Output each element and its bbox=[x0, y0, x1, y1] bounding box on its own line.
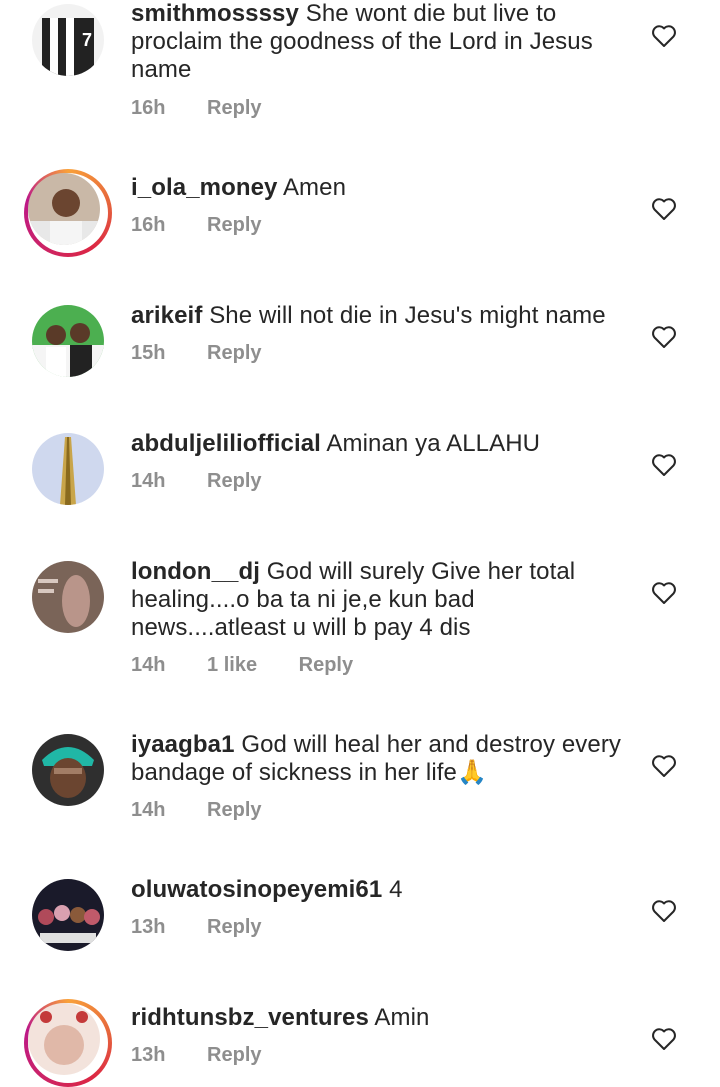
heart-outline-icon[interactable] bbox=[651, 24, 677, 48]
comment-body: She will not die in Jesu's might name bbox=[209, 302, 606, 329]
comment-text: arikeif She will not die in Jesu's might… bbox=[131, 302, 631, 330]
likes-count[interactable]: 1 like bbox=[207, 654, 257, 677]
comment-username[interactable]: iyaagba1 bbox=[131, 731, 235, 758]
comment-meta: 16h Reply bbox=[131, 214, 262, 237]
comment-meta: 13h Reply bbox=[131, 916, 262, 939]
reply-button[interactable]: Reply bbox=[207, 470, 261, 493]
comment-text: ridhtunsbz_ventures Amin bbox=[131, 1004, 631, 1032]
comment-text: iyaagba1 God will heal her and destroy e… bbox=[131, 731, 631, 787]
reply-button[interactable]: Reply bbox=[207, 342, 261, 365]
comment-text: london__dj God will surely Give her tota… bbox=[131, 558, 631, 642]
comment-meta: 14h 1 like Reply bbox=[131, 654, 353, 677]
reply-button[interactable]: Reply bbox=[207, 1044, 261, 1067]
heart-outline-icon[interactable] bbox=[651, 1027, 677, 1051]
avatar[interactable] bbox=[24, 999, 112, 1087]
comment-username[interactable]: arikeif bbox=[131, 302, 202, 329]
comment-time: 14h bbox=[131, 470, 166, 492]
comment-body: Amen bbox=[282, 174, 347, 201]
comment-username[interactable]: london__dj bbox=[131, 558, 260, 585]
comment-meta: 14h Reply bbox=[131, 470, 262, 493]
comment-text: smithmossssy She wont die but live to pr… bbox=[131, 0, 631, 84]
reply-button[interactable]: Reply bbox=[207, 97, 261, 120]
comment-username[interactable]: i_ola_money bbox=[131, 174, 278, 201]
comment-time: 13h bbox=[131, 916, 166, 938]
comment-text: i_ola_money Amen bbox=[131, 174, 631, 202]
reply-button[interactable]: Reply bbox=[207, 916, 261, 939]
comment-text: oluwatosinopeyemi61 4 bbox=[131, 876, 631, 904]
comment-text: abduljeliliofficial Aminan ya ALLAHU bbox=[131, 430, 631, 458]
heart-outline-icon[interactable] bbox=[651, 325, 677, 349]
comment-meta: 14h Reply bbox=[131, 799, 262, 822]
heart-outline-icon[interactable] bbox=[651, 754, 677, 778]
avatar[interactable] bbox=[32, 734, 104, 806]
avatar[interactable] bbox=[32, 305, 104, 377]
comment-time: 15h bbox=[131, 342, 166, 364]
comment-body: Amin bbox=[374, 1004, 430, 1031]
avatar[interactable] bbox=[32, 879, 104, 951]
heart-outline-icon[interactable] bbox=[651, 899, 677, 923]
comment-time: 14h bbox=[131, 799, 166, 821]
comment-body: 4 bbox=[389, 876, 403, 903]
comment-username[interactable]: smithmossssy bbox=[131, 0, 299, 27]
reply-button[interactable]: Reply bbox=[207, 214, 261, 237]
heart-outline-icon[interactable] bbox=[651, 581, 677, 605]
avatar[interactable] bbox=[24, 169, 112, 257]
avatar[interactable] bbox=[32, 561, 104, 633]
comment-username[interactable]: oluwatosinopeyemi61 bbox=[131, 876, 382, 903]
comment-body: Aminan ya ALLAHU bbox=[326, 430, 541, 457]
comment-meta: 15h Reply bbox=[131, 342, 262, 365]
heart-outline-icon[interactable] bbox=[651, 197, 677, 221]
comment-meta: 13h Reply bbox=[131, 1044, 262, 1067]
reply-button[interactable]: Reply bbox=[207, 799, 261, 822]
avatar[interactable] bbox=[32, 433, 104, 505]
comment-time: 13h bbox=[131, 1044, 166, 1066]
reply-button[interactable]: Reply bbox=[299, 654, 353, 677]
svg-text:7: 7 bbox=[82, 30, 92, 50]
heart-outline-icon[interactable] bbox=[651, 453, 677, 477]
comment-meta: 16h Reply bbox=[131, 97, 262, 120]
comment-time: 16h bbox=[131, 214, 166, 236]
comment-username[interactable]: abduljeliliofficial bbox=[131, 430, 321, 457]
comment-time: 14h bbox=[131, 654, 166, 676]
comment-time: 16h bbox=[131, 97, 166, 119]
comment-username[interactable]: ridhtunsbz_ventures bbox=[131, 1004, 369, 1031]
avatar[interactable]: 7 bbox=[32, 4, 104, 76]
